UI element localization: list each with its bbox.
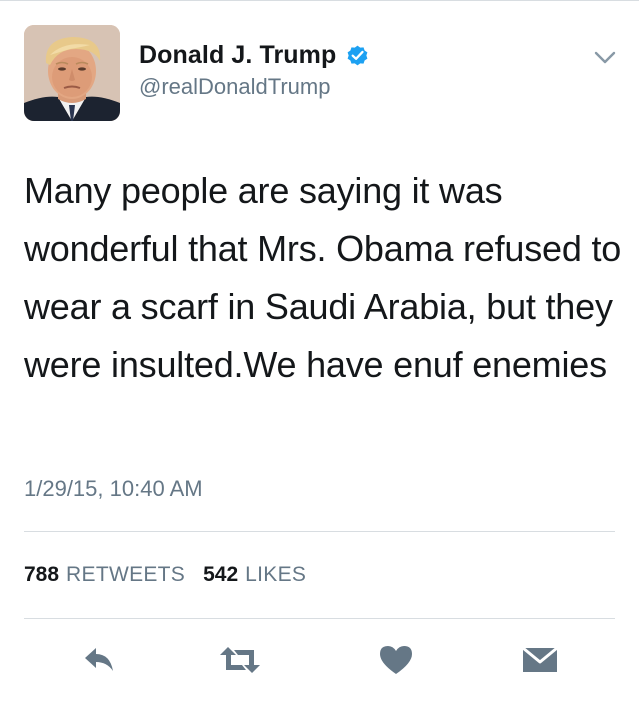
retweet-icon	[220, 647, 260, 673]
retweet-button[interactable]	[218, 642, 262, 678]
like-button[interactable]	[374, 642, 418, 678]
user-handle[interactable]: @realDonaldTrump	[139, 74, 330, 100]
retweets-label[interactable]: RETWEETS	[66, 563, 185, 587]
reply-button[interactable]	[77, 642, 121, 678]
tweet-stats: 788 RETWEETS 542 LIKES	[24, 563, 306, 587]
verified-badge-icon	[345, 43, 370, 68]
display-name-row: Donald J. Trump	[139, 40, 370, 70]
top-border	[0, 0, 639, 1]
divider	[24, 531, 615, 532]
direct-message-button[interactable]	[518, 642, 562, 678]
divider	[24, 618, 615, 619]
likes-count[interactable]: 542	[203, 563, 238, 587]
tweet-text: Many people are saying it was wonderful …	[24, 170, 622, 385]
chevron-down-icon[interactable]	[593, 50, 617, 66]
retweets-count[interactable]: 788	[24, 563, 59, 587]
tweet-timestamp[interactable]: 1/29/15, 10:40 AM	[24, 476, 203, 502]
reply-icon	[85, 648, 113, 671]
likes-label[interactable]: LIKES	[245, 563, 306, 587]
envelope-icon	[522, 646, 558, 672]
avatar[interactable]	[24, 25, 120, 121]
avatar-image	[24, 25, 120, 121]
heart-icon	[380, 646, 412, 674]
display-name[interactable]: Donald J. Trump	[139, 41, 336, 70]
